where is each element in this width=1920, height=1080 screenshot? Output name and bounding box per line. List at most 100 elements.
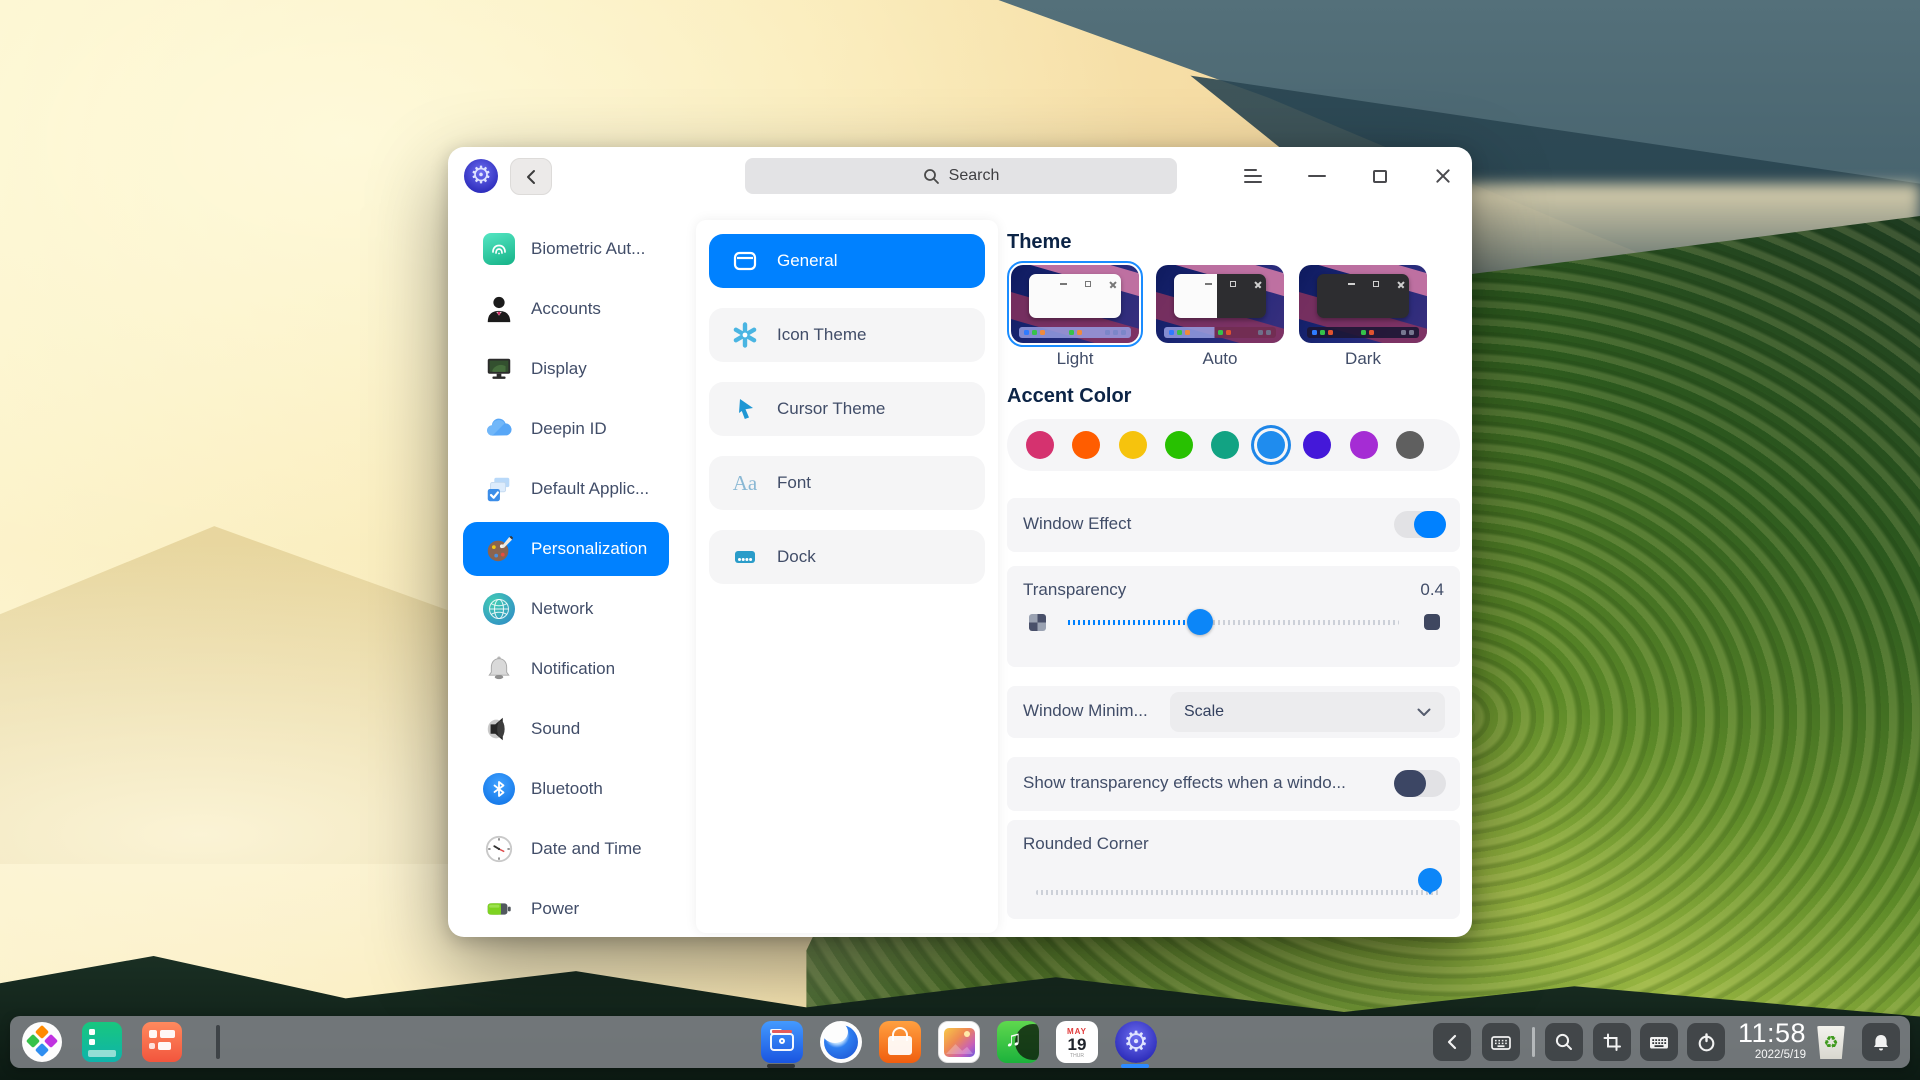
tab-font[interactable]: Aa Font (709, 456, 985, 510)
tray-keyboard-layout-button[interactable] (1640, 1023, 1678, 1061)
tab-label: Dock (777, 547, 816, 567)
chevron-left-icon (1444, 1032, 1460, 1052)
sidebar-item-label: Sound (531, 719, 580, 739)
accent-swatch-indigo[interactable] (1303, 431, 1331, 459)
tray-separator (1532, 1027, 1535, 1057)
monitor-icon (483, 353, 515, 385)
hamburger-icon (1244, 169, 1262, 183)
sidebar-item-accounts[interactable]: Accounts (463, 282, 669, 336)
sidebar-item-date-time[interactable]: Date and Time (463, 822, 669, 876)
sidebar-item-deepin-id[interactable]: Deepin ID (463, 402, 669, 456)
accent-swatch-teal[interactable] (1211, 431, 1239, 459)
show-transparency-toggle[interactable] (1394, 770, 1446, 797)
window-icon (731, 247, 759, 275)
file-manager-icon[interactable] (761, 1021, 803, 1063)
launcher-diamond (44, 1034, 58, 1048)
tray-virtual-keyboard-button[interactable] (1482, 1023, 1520, 1061)
sidebar-item-bluetooth[interactable]: Bluetooth (463, 762, 669, 816)
accent-swatch-pink[interactable] (1026, 431, 1054, 459)
keyboard-layout-icon (1648, 1032, 1670, 1053)
sidebar-item-label: Default Applic... (531, 479, 649, 499)
app-store-icon[interactable] (879, 1021, 921, 1063)
accent-swatch-gray[interactable] (1396, 431, 1424, 459)
calendar-icon[interactable]: MAY 19 THUR (1056, 1021, 1098, 1063)
calendar-day: 19 (1068, 1036, 1087, 1054)
launcher-button[interactable] (22, 1022, 62, 1062)
tab-cursor-theme[interactable]: Cursor Theme (709, 382, 985, 436)
bell-icon (1871, 1032, 1891, 1053)
preview-dock (1019, 327, 1132, 339)
toggle-knob (1394, 770, 1426, 797)
rounded-corner-slider-handle[interactable] (1418, 868, 1442, 892)
tray-search-button[interactable] (1545, 1023, 1583, 1061)
search-input[interactable]: Search (745, 158, 1177, 194)
theme-label-auto: Auto (1156, 349, 1284, 369)
browser-icon[interactable] (820, 1021, 862, 1063)
sidebar-item-notification[interactable]: Notification (463, 642, 669, 696)
window-effect-row: Window Effect (1007, 498, 1460, 552)
transparency-slider-handle[interactable] (1187, 609, 1213, 635)
user-icon (483, 293, 515, 325)
preview-dock (1307, 327, 1420, 339)
tray-screenshot-button[interactable] (1593, 1023, 1631, 1061)
tab-label: Font (777, 473, 811, 493)
trash-icon[interactable]: ♻ (1813, 1022, 1849, 1062)
minimize-effect-select[interactable]: Scale (1170, 692, 1445, 732)
close-button[interactable] (1414, 147, 1472, 205)
tray-collapse-button[interactable] (1433, 1023, 1471, 1061)
rounded-corner-slider-track[interactable] (1036, 890, 1440, 895)
tray-clock[interactable]: 11:58 2022/5/19 (1722, 1020, 1806, 1062)
multitasking-view-button[interactable] (82, 1022, 122, 1062)
tray-notification-button[interactable] (1862, 1023, 1900, 1061)
transparency-slider-fill (1068, 620, 1200, 625)
sidebar-item-display[interactable]: Display (463, 342, 669, 396)
tab-general[interactable]: General (709, 234, 985, 288)
speaker-icon (483, 713, 515, 745)
sidebar-item-label: Date and Time (531, 839, 642, 859)
transparency-max-icon (1424, 614, 1440, 630)
flower-icon (731, 321, 759, 349)
accent-swatch-blue-selected[interactable] (1257, 431, 1285, 459)
theme-label-dark: Dark (1299, 349, 1427, 369)
running-indicator-file-manager (767, 1064, 795, 1068)
back-button[interactable] (510, 158, 552, 195)
music-icon[interactable]: ♫ (997, 1021, 1039, 1063)
dock-icon (731, 543, 759, 571)
sidebar-item-label: Accounts (531, 299, 601, 319)
tray-shutdown-button[interactable] (1687, 1023, 1725, 1061)
maximize-icon (1373, 170, 1387, 183)
sidebar-item-network[interactable]: Network (463, 582, 669, 636)
theme-label-light: Light (1011, 349, 1139, 369)
theme-option-light[interactable] (1011, 265, 1139, 343)
window-effect-toggle[interactable] (1394, 511, 1446, 538)
sidebar-item-biometric[interactable]: Biometric Aut... (463, 222, 669, 276)
tab-icon-theme[interactable]: Icon Theme (709, 308, 985, 362)
window-layouts-button[interactable] (142, 1022, 182, 1062)
maximize-button[interactable] (1351, 147, 1409, 205)
transparency-label: Transparency (1023, 580, 1126, 600)
control-center-dock-icon[interactable]: ⚙ (1115, 1021, 1157, 1063)
photos-icon[interactable] (938, 1021, 980, 1063)
menu-button[interactable] (1224, 147, 1282, 205)
theme-heading: Theme (1007, 231, 1071, 254)
minimize-button[interactable] (1288, 147, 1346, 205)
accent-swatch-orange[interactable] (1072, 431, 1100, 459)
sidebar-item-power[interactable]: Power (463, 882, 669, 936)
accent-swatch-green[interactable] (1165, 431, 1193, 459)
sidebar-item-label: Biometric Aut... (531, 239, 645, 259)
sidebar-item-sound[interactable]: Sound (463, 702, 669, 756)
tab-dock[interactable]: Dock (709, 530, 985, 584)
theme-option-dark[interactable] (1299, 265, 1427, 343)
theme-option-auto[interactable] (1156, 265, 1284, 343)
preview-window-dark (1317, 274, 1409, 318)
bell-icon (483, 653, 515, 685)
transparency-min-icon (1029, 614, 1046, 631)
palette-icon (483, 533, 515, 565)
accent-swatch-yellow[interactable] (1119, 431, 1147, 459)
sidebar-item-personalization[interactable]: Personalization (463, 522, 669, 576)
rounded-corner-label: Rounded Corner (1023, 834, 1149, 854)
running-indicator-control-center (1121, 1064, 1149, 1068)
toggle-knob (1414, 511, 1446, 538)
accent-swatch-purple[interactable] (1350, 431, 1378, 459)
sidebar-item-default-apps[interactable]: Default Applic... (463, 462, 669, 516)
